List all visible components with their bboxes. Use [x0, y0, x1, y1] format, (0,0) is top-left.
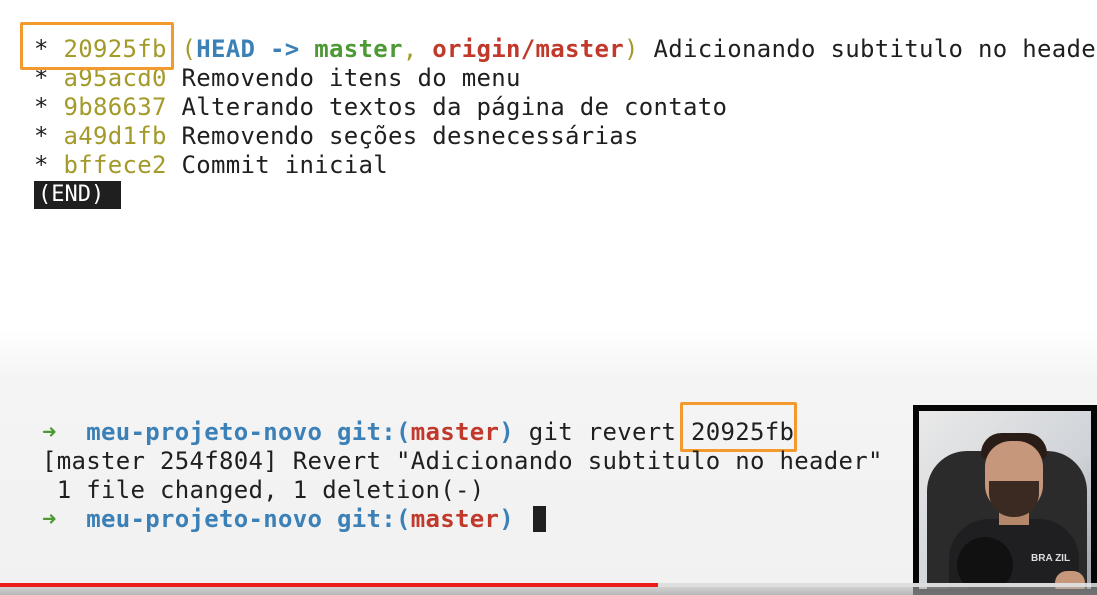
commit-message: Commit inicial [181, 151, 388, 179]
webcam-overlay: BRA ZIL [913, 405, 1097, 595]
prompt-arrow-icon: ➜ [42, 505, 57, 533]
log-line-1: * 20925fb (HEAD -> master, origin/master… [34, 35, 1097, 64]
origin-ref: origin/master [432, 35, 624, 63]
log-bullet: * [34, 64, 49, 92]
log-line-3: * 9b86637 Alterando textos da página de … [34, 93, 727, 122]
log-line-4: * a49d1fb Removendo seções desnecessária… [34, 122, 639, 151]
pager-end-indicator: (END) [34, 181, 121, 209]
text-cursor [532, 506, 546, 532]
progress-buffer [658, 583, 1087, 587]
project-name: meu-projeto-novo [86, 505, 323, 533]
head-ref: HEAD [196, 35, 256, 63]
command-arg: 20925fb [691, 418, 795, 446]
prompt-arrow-icon: ➜ [42, 418, 57, 446]
commit-message: Alterando textos da página de contato [181, 93, 728, 121]
commit-message: Adicionando subtitulo no header [653, 35, 1097, 63]
branch-ref: master [314, 35, 403, 63]
git-label: git: [337, 418, 396, 446]
ref-comma: , [402, 35, 433, 63]
output-line-2: 1 file changed, 1 deletion(-) [42, 476, 485, 504]
progress-fill[interactable] [0, 583, 659, 587]
shirt-print: BRA ZIL [1031, 553, 1071, 564]
git-label: git: [337, 505, 396, 533]
command-text: git revert [528, 418, 677, 446]
commit-message: Removendo itens do menu [181, 64, 521, 92]
video-progress-bar[interactable] [0, 583, 1097, 595]
commit-hash: 9b86637 [63, 93, 167, 121]
ref-open-paren: ( [181, 35, 197, 63]
branch-name: master [410, 505, 500, 533]
log-line-2: * a95acd0 Removendo itens do menu [34, 64, 521, 93]
prompt-line-1: ➜ meu-projeto-novo git:(master) git reve… [42, 418, 794, 447]
commit-message: Removendo seções desnecessárias [181, 122, 639, 150]
ref-close-paren: ) [624, 35, 639, 63]
log-bullet: * [34, 151, 49, 179]
branch-close-paren: ) [499, 505, 514, 533]
prompt-line-2[interactable]: ➜ meu-projeto-novo git:(master) [42, 505, 546, 534]
branch-close-paren: ) [499, 418, 514, 446]
log-bullet: * [34, 93, 49, 121]
project-name: meu-projeto-novo [86, 418, 323, 446]
ref-arrow: -> [270, 35, 300, 63]
log-bullet: * [34, 122, 49, 150]
branch-name: master [410, 418, 500, 446]
log-line-5: * bffece2 Commit inicial [34, 151, 388, 180]
commit-hash: a95acd0 [63, 64, 167, 92]
commit-hash: 20925fb [63, 35, 167, 63]
branch-open-paren: ( [396, 505, 411, 533]
output-line-1: [master 254f804] Revert "Adicionando sub… [42, 447, 883, 475]
log-bullet: * [34, 35, 49, 63]
commit-hash: bffece2 [63, 151, 167, 179]
branch-open-paren: ( [396, 418, 411, 446]
commit-hash: a49d1fb [63, 122, 167, 150]
